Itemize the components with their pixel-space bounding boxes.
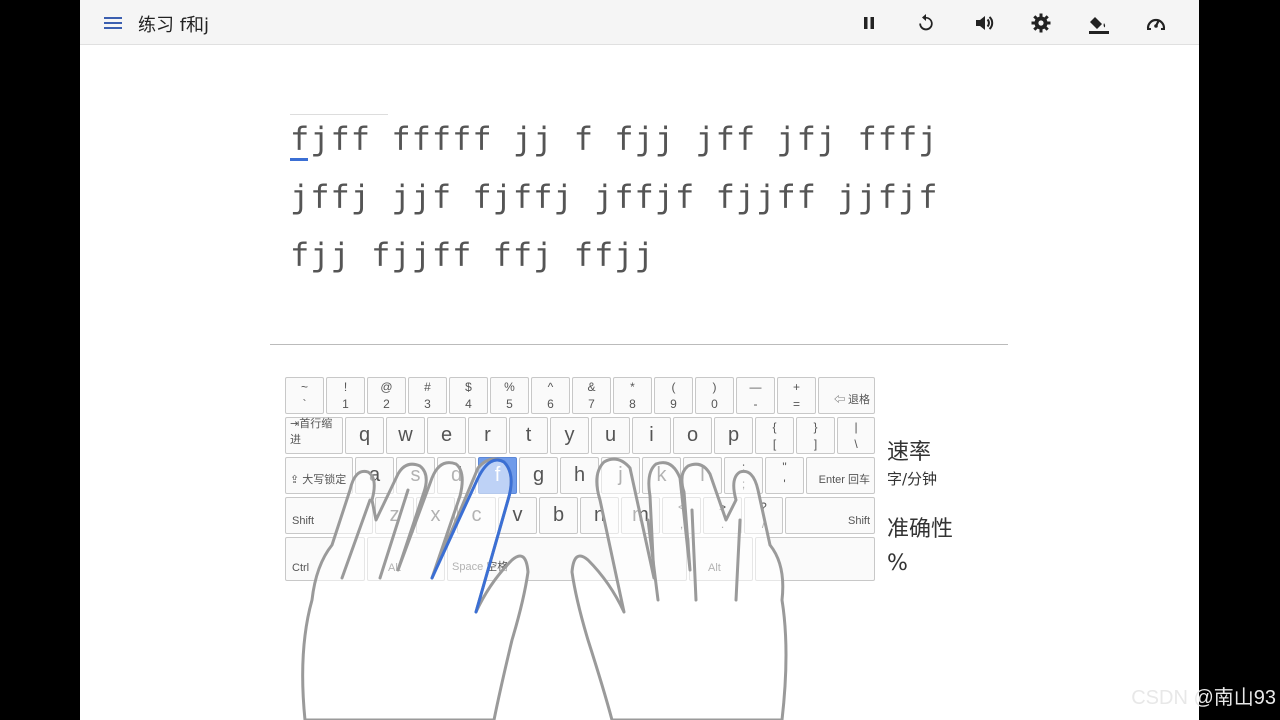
key-enter[interactable]: Enter 回车 — [806, 457, 875, 494]
key-left-bracket[interactable]: {[ — [755, 417, 794, 454]
key-u[interactable]: u — [591, 417, 630, 454]
practice-text[interactable]: fjff fffff jj f fjj jff jfj fffj jffj jj… — [290, 110, 990, 284]
key-minus[interactable]: — - — [736, 377, 775, 414]
pause-icon[interactable] — [857, 11, 881, 35]
key-comma[interactable]: <, — [662, 497, 701, 534]
key-a[interactable]: a — [355, 457, 394, 494]
key-backslash[interactable]: | \ — [837, 417, 875, 454]
typing-cursor — [290, 158, 308, 161]
key-9[interactable]: (9 — [654, 377, 693, 414]
key-7[interactable]: & 7 — [572, 377, 611, 414]
key-g[interactable]: g — [519, 457, 558, 494]
key-o[interactable]: o — [673, 417, 712, 454]
key-i[interactable]: i — [632, 417, 671, 454]
key-right-bracket[interactable]: }] — [796, 417, 835, 454]
watermark: CSDN @南山93 — [1131, 687, 1276, 709]
key-shift-left[interactable]: Shift — [285, 497, 373, 534]
key-semicolon[interactable]: :; — [724, 457, 763, 494]
menu-icon[interactable] — [102, 12, 124, 34]
text-line-1: fjff fffff jj f fjj jff jfj fffj — [290, 120, 939, 158]
key-caps-lock[interactable]: ⇪ 大写锁定 — [285, 457, 353, 494]
key-l[interactable]: l — [683, 457, 722, 494]
key-k[interactable]: k — [642, 457, 681, 494]
key-8[interactable]: * 8 — [613, 377, 652, 414]
text-line-3: fjj fjjff ffj ffjj — [290, 236, 655, 274]
key-tab[interactable]: ⇥首行缩进 — [285, 417, 343, 454]
key-ctrl-right[interactable] — [755, 537, 875, 581]
key-j[interactable]: j — [601, 457, 640, 494]
key-d[interactable]: d — [437, 457, 476, 494]
accuracy-unit: % — [887, 551, 908, 576]
speedometer-icon[interactable] — [1144, 11, 1168, 35]
key-slash[interactable]: ? / — [744, 497, 783, 534]
key-5[interactable]: % 5 — [490, 377, 529, 414]
restart-icon[interactable] — [914, 11, 938, 35]
key-equals[interactable]: + = — [777, 377, 816, 414]
page-title: 练习 f和j — [138, 15, 210, 36]
key-period[interactable]: >. — [703, 497, 742, 534]
stats-panel: 速率 字/分钟 准确性 % — [887, 434, 953, 576]
speed-unit: 字/分钟 — [887, 470, 938, 488]
key-3[interactable]: #3 — [408, 377, 447, 414]
key-r[interactable]: r — [468, 417, 507, 454]
key-v[interactable]: v — [498, 497, 537, 534]
app-window: 练习 f和j fjff fffff jj f fjj jff jfj fffj … — [80, 0, 1199, 720]
key-shift-right[interactable]: Shift — [785, 497, 875, 534]
key-c[interactable]: c — [457, 497, 496, 534]
key-6[interactable]: ^ 6 — [531, 377, 570, 414]
settings-gear-icon[interactable] — [1029, 11, 1053, 35]
key-1[interactable]: ! 1 — [326, 377, 365, 414]
key-x[interactable]: x — [416, 497, 455, 534]
accuracy-label: 准确性 — [887, 517, 954, 542]
key-ctrl[interactable]: Ctrl — [285, 537, 365, 581]
key-backtick[interactable]: ~ ` — [285, 377, 324, 414]
key-alt-left[interactable]: Alt — [367, 537, 445, 581]
volume-icon[interactable] — [972, 11, 996, 35]
key-q[interactable]: q — [345, 417, 384, 454]
key-2[interactable]: @2 — [367, 377, 406, 414]
key-e[interactable]: e — [427, 417, 466, 454]
key-4[interactable]: $4 — [449, 377, 488, 414]
key-m[interactable]: m — [621, 497, 660, 534]
key-s[interactable]: s — [396, 457, 435, 494]
key-space[interactable]: Space 空格 — [447, 537, 687, 581]
key-z[interactable]: z — [375, 497, 414, 534]
theme-paint-bucket-icon[interactable] — [1087, 11, 1111, 35]
key-p[interactable]: p — [714, 417, 753, 454]
key-h[interactable]: h — [560, 457, 599, 494]
text-line-2: jffj jjf fjffj jffjf fjjff jjfjf — [290, 178, 939, 216]
key-b[interactable]: b — [539, 497, 578, 534]
speed-label: 速率 — [887, 440, 932, 465]
key-n[interactable]: n — [580, 497, 619, 534]
finger-guide-hands — [301, 457, 788, 720]
key-backspace[interactable]: ⇦ 退格 — [818, 377, 875, 414]
top-bar: 练习 f和j — [80, 0, 1199, 45]
key-f[interactable]: f — [478, 457, 517, 494]
key-alt-right[interactable]: Alt — [689, 537, 753, 581]
divider — [270, 344, 1008, 345]
key-quote[interactable]: " ' — [765, 457, 804, 494]
virtual-keyboard: ~ ` ! 1 @2 #3 $4 % 5 ^ 6 & 7 * 8 (9 ) 0 — - + = ⇦… — [285, 377, 875, 581]
key-y[interactable]: y — [550, 417, 589, 454]
key-0[interactable]: ) 0 — [695, 377, 734, 414]
key-t[interactable]: t — [509, 417, 548, 454]
key-w[interactable]: w — [386, 417, 425, 454]
current-word-frame — [290, 114, 388, 115]
